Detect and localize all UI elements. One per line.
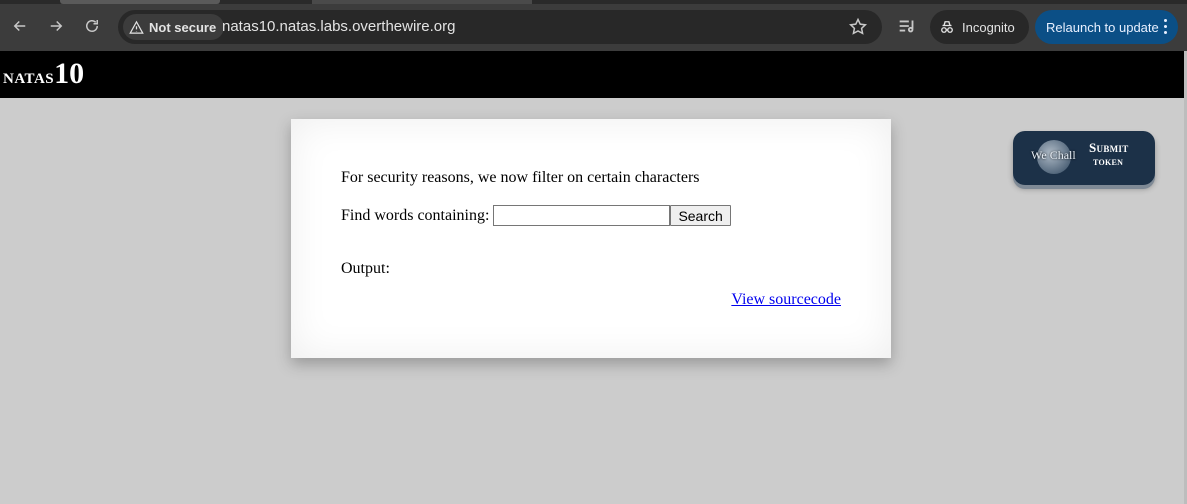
address-bar[interactable]: Not secure natas10.natas.labs.overthewir… xyxy=(118,10,882,44)
title-word: natas xyxy=(3,63,55,88)
warning-icon xyxy=(129,20,144,34)
incognito-icon xyxy=(941,21,953,33)
wechall-logo-text: We Chall xyxy=(1031,148,1076,162)
view-sourcecode-link[interactable]: View sourcecode xyxy=(731,291,841,309)
media-queue-icon[interactable] xyxy=(896,15,918,37)
find-label: Find words containing: xyxy=(341,206,490,224)
url-text[interactable]: natas10.natas.labs.overthewire.org xyxy=(222,18,455,35)
arrow-left-icon xyxy=(13,20,26,32)
arrow-right-icon xyxy=(50,20,63,32)
reload-button[interactable] xyxy=(79,13,105,39)
active-tab-edge[interactable] xyxy=(60,0,220,4)
relaunch-label: Relaunch to update xyxy=(1046,19,1159,35)
submit-token-button[interactable]: We Chall Submit token xyxy=(1013,131,1155,185)
reload-icon xyxy=(86,20,98,32)
title-number: 10 xyxy=(54,57,85,90)
relaunch-button[interactable]: Relaunch to update xyxy=(1035,10,1178,44)
incognito-indicator[interactable]: Incognito xyxy=(930,10,1029,44)
bookmark-star-icon[interactable] xyxy=(848,17,868,37)
incognito-label: Incognito xyxy=(962,19,1015,35)
search-button[interactable]: Search xyxy=(670,205,731,226)
more-menu-icon[interactable] xyxy=(1164,19,1168,35)
security-chip[interactable]: Not secure xyxy=(123,14,225,40)
search-form: Find words containing: Search xyxy=(341,205,731,226)
inactive-tab-edge[interactable] xyxy=(312,0,532,4)
forward-button[interactable] xyxy=(43,13,69,39)
token-label: token xyxy=(1093,156,1124,168)
search-input[interactable] xyxy=(493,205,671,226)
security-label: Not secure xyxy=(149,19,217,35)
back-button[interactable] xyxy=(7,13,33,39)
site-title: natas10 xyxy=(3,57,84,91)
output-label: Output: xyxy=(341,260,390,277)
filter-notice: For security reasons, we now filter on c… xyxy=(341,169,700,186)
content-panel: For security reasons, we now filter on c… xyxy=(291,119,891,358)
site-header: natas10 xyxy=(0,51,1184,98)
submit-label: Submit xyxy=(1089,140,1129,155)
browser-toolbar: Not secure natas10.natas.labs.overthewir… xyxy=(0,0,1187,51)
